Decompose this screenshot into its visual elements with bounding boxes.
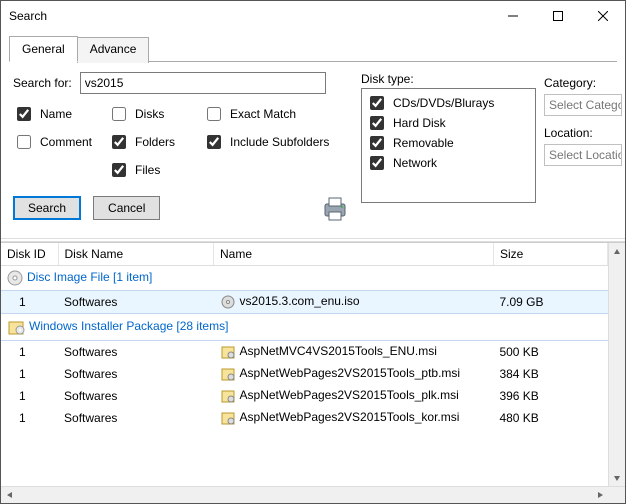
col-name[interactable]: Name [214, 243, 494, 266]
category-select[interactable]: Select Category [544, 94, 622, 116]
tab-general[interactable]: General [9, 36, 78, 62]
scroll-right-arrow[interactable] [591, 487, 608, 503]
location-label: Location: [544, 126, 622, 140]
table-row[interactable]: 1 Softwares AspNetWebPages2VS2015Tools_p… [1, 363, 608, 385]
chk-name[interactable]: Name [13, 104, 108, 124]
group-msi[interactable]: Windows Installer Package [28 items] [1, 314, 608, 341]
tab-advance-label: Advance [90, 42, 137, 56]
chk-files-box[interactable] [112, 163, 126, 177]
chk-disks[interactable]: Disks [108, 104, 203, 124]
chk-cds[interactable]: CDs/DVDs/Blurays [366, 93, 531, 113]
chk-exact[interactable]: Exact Match [203, 104, 353, 124]
group-disc-image[interactable]: Disc Image File [1 item] [1, 266, 608, 291]
chk-name-box[interactable] [17, 107, 31, 121]
minimize-button[interactable] [490, 2, 535, 31]
chk-include-box[interactable] [207, 135, 221, 149]
msi-file-icon [220, 366, 236, 382]
results-area: Disk ID Disk Name Name Size Disc Image F… [1, 242, 625, 486]
scroll-up-arrow[interactable] [609, 243, 625, 260]
search-input[interactable] [80, 72, 326, 94]
tab-strip: General Advance [9, 35, 617, 62]
printer-icon[interactable] [317, 190, 353, 226]
col-diskname[interactable]: Disk Name [58, 243, 214, 266]
table-row[interactable]: 1 Softwares AspNetWebPages2VS2015Tools_k… [1, 407, 608, 429]
iso-file-icon [220, 294, 236, 310]
disk-type-list: CDs/DVDs/Blurays Hard Disk Removable Net… [361, 88, 536, 203]
table-row[interactable]: 1 Softwares vs2015.3.com_enu.iso 7.09 GB [1, 291, 608, 314]
titlebar: Search [1, 1, 625, 31]
side-filters: Category: Select Category Location: Sele… [544, 72, 622, 166]
cancel-button[interactable]: Cancel [93, 196, 160, 220]
col-size[interactable]: Size [493, 243, 607, 266]
msi-file-icon [220, 410, 236, 426]
chk-exact-box[interactable] [207, 107, 221, 121]
msi-file-icon [220, 388, 236, 404]
chk-files[interactable]: Files [108, 160, 203, 180]
table-row[interactable]: 1 Softwares AspNetWebPages2VS2015Tools_p… [1, 385, 608, 407]
horizontal-scrollbar[interactable] [1, 486, 625, 503]
close-button[interactable] [580, 2, 625, 31]
header-row: Disk ID Disk Name Name Size [1, 243, 608, 266]
msi-installer-icon [7, 318, 25, 336]
location-select[interactable]: Select Location [544, 144, 622, 166]
chk-comment-box[interactable] [17, 135, 31, 149]
msi-file-icon [220, 344, 236, 360]
chk-removable[interactable]: Removable [366, 133, 531, 153]
size-grip[interactable] [608, 487, 625, 503]
scroll-left-arrow[interactable] [1, 487, 18, 503]
chk-hdd[interactable]: Hard Disk [366, 113, 531, 133]
tab-advance[interactable]: Advance [77, 37, 150, 63]
tab-general-label: General [22, 42, 65, 56]
search-button[interactable]: Search [13, 196, 81, 220]
chk-folders-box[interactable] [112, 135, 126, 149]
chk-network[interactable]: Network [366, 153, 531, 173]
chk-folders[interactable]: Folders [108, 132, 203, 152]
search-for-label: Search for: [13, 76, 72, 90]
window-title: Search [9, 9, 490, 23]
chk-include[interactable]: Include Subfolders [203, 132, 353, 152]
table-row[interactable]: 1 Softwares AspNetMVC4VS2015Tools_ENU.ms… [1, 341, 608, 364]
category-label: Category: [544, 76, 622, 90]
chk-disks-box[interactable] [112, 107, 126, 121]
scroll-down-arrow[interactable] [609, 469, 625, 486]
maximize-button[interactable] [535, 2, 580, 31]
chk-comment[interactable]: Comment [13, 132, 108, 152]
vertical-scrollbar[interactable] [608, 243, 625, 486]
col-diskid[interactable]: Disk ID [1, 243, 58, 266]
results-grid[interactable]: Disk ID Disk Name Name Size Disc Image F… [1, 243, 608, 486]
disk-type-label: Disk type: [361, 72, 536, 86]
disc-image-icon [7, 270, 23, 286]
search-panel: General Advance Search for: Name Disks E… [1, 31, 625, 238]
disk-type-section: Disk type: CDs/DVDs/Blurays Hard Disk Re… [361, 72, 536, 203]
